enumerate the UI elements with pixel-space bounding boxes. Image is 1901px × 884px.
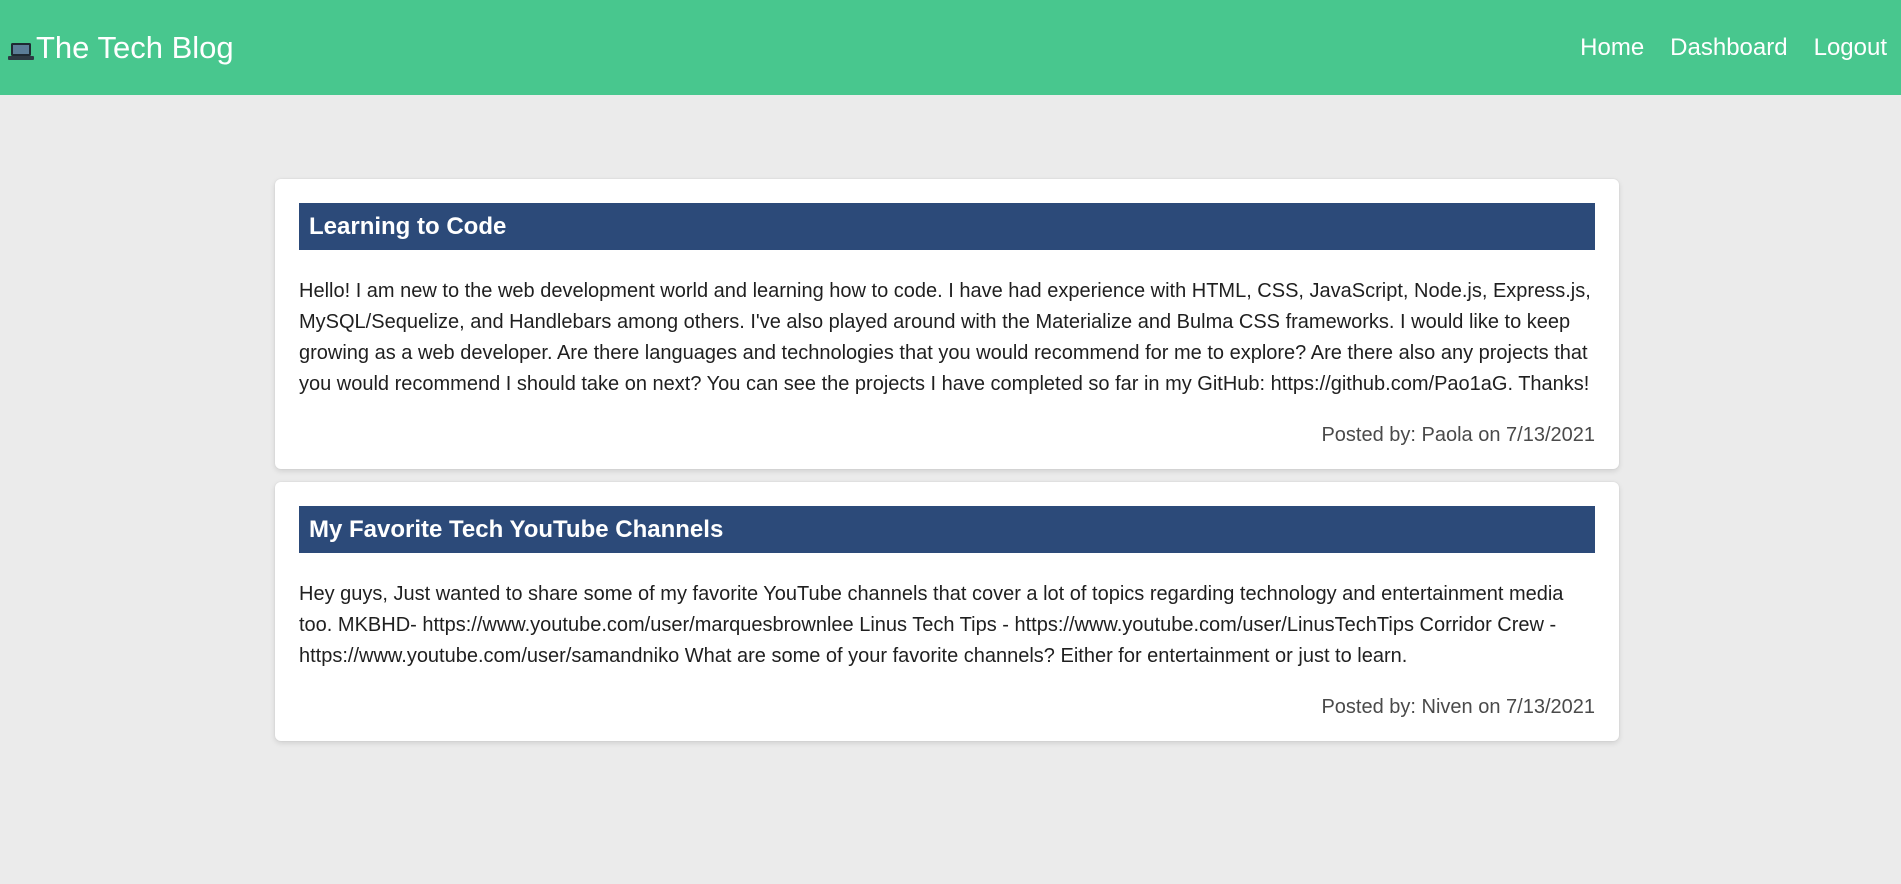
laptop-icon	[8, 35, 34, 60]
post-body: Hello! I am new to the web development w…	[299, 280, 1591, 395]
nav-links: Home Dashboard Logout	[1580, 34, 1887, 62]
nav-link-logout[interactable]: Logout	[1814, 34, 1887, 62]
post-meta: Posted by: Paola on 7/13/2021	[1321, 424, 1595, 446]
post-card: Learning to Code Hello! I am new to the …	[275, 179, 1619, 469]
post-body: Hey guys, Just wanted to share some of m…	[299, 583, 1564, 667]
post-card: My Favorite Tech YouTube Channels Hey gu…	[275, 482, 1619, 741]
post-title[interactable]: Learning to Code	[299, 203, 1595, 250]
brand-title: The Tech Blog	[36, 29, 234, 65]
navbar: The Tech Blog Home Dashboard Logout	[0, 0, 1901, 95]
nav-link-home[interactable]: Home	[1580, 34, 1644, 62]
posts-list: Learning to Code Hello! I am new to the …	[275, 179, 1619, 754]
brand[interactable]: The Tech Blog	[8, 30, 234, 66]
nav-link-dashboard[interactable]: Dashboard	[1670, 34, 1787, 62]
post-meta: Posted by: Niven on 7/13/2021	[1321, 696, 1595, 718]
post-title[interactable]: My Favorite Tech YouTube Channels	[299, 506, 1595, 553]
